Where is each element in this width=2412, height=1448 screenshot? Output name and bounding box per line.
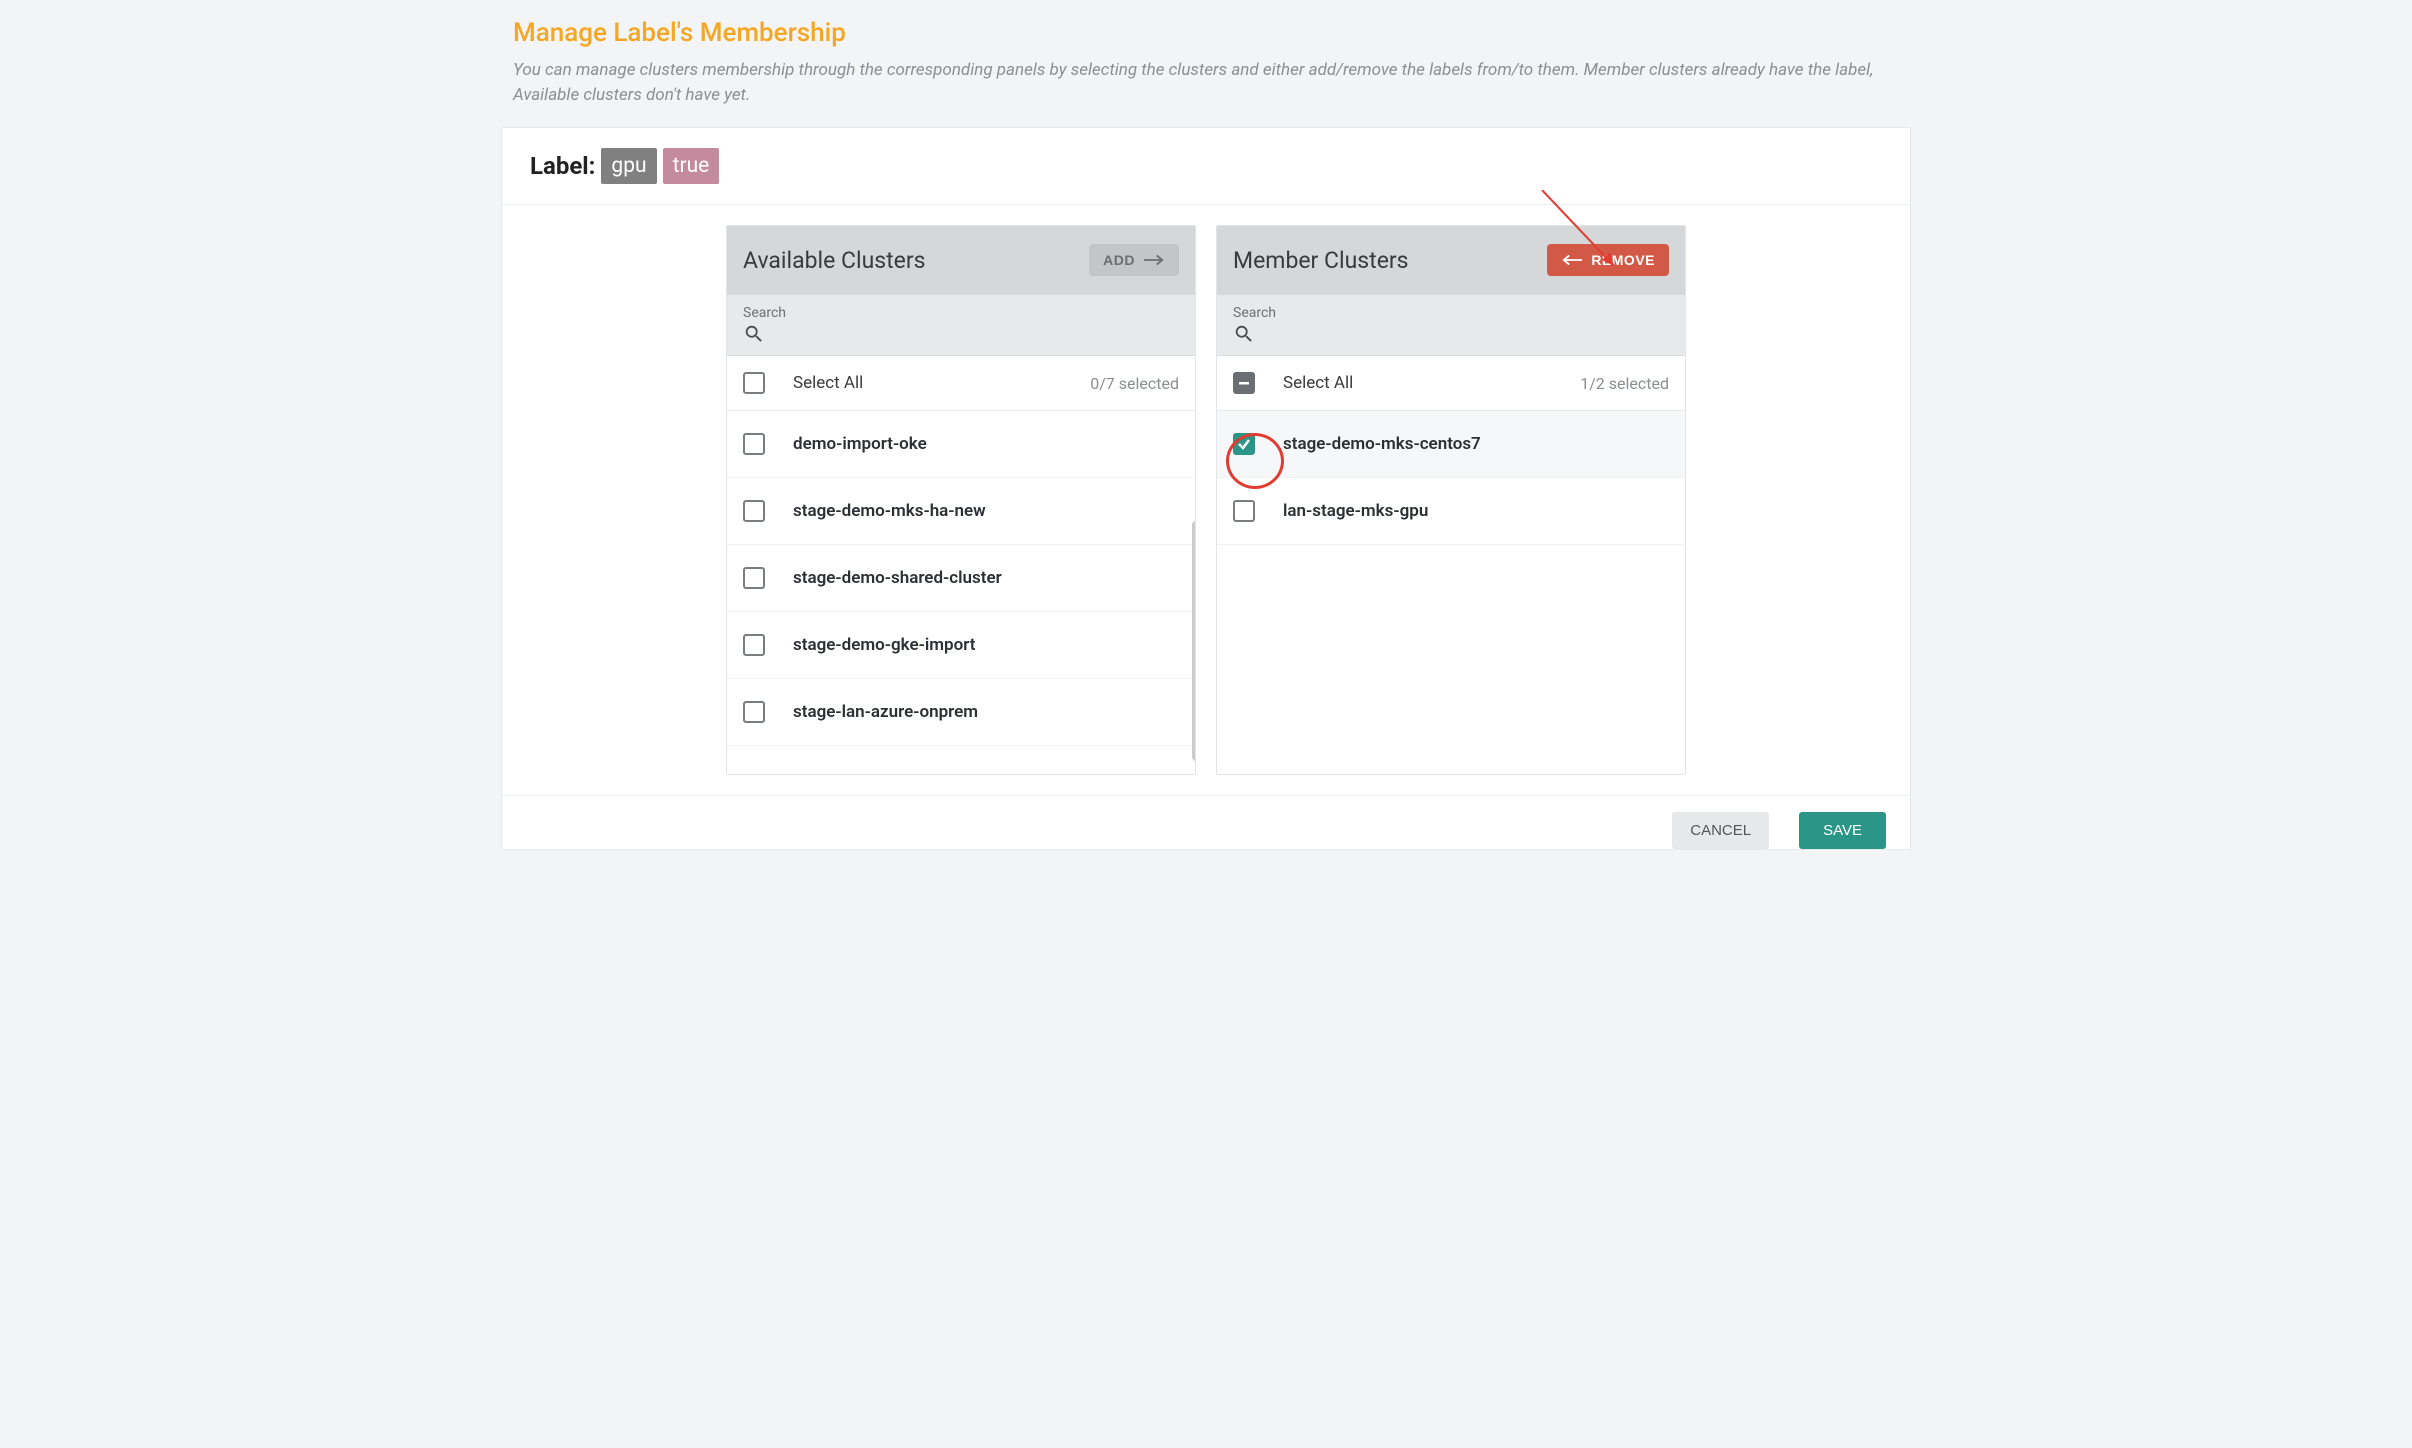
label-prefix: Label: <box>530 152 595 180</box>
item-name: stage-demo-shared-cluster <box>793 568 1002 588</box>
arrow-right-icon <box>1143 253 1165 267</box>
member-select-all-row: Select All 1/2 selected <box>1217 356 1685 411</box>
search-icon <box>1233 323 1669 349</box>
item-checkbox[interactable] <box>743 701 765 723</box>
list-item[interactable]: stage-demo-mks-ha-new <box>727 478 1195 545</box>
item-checkbox[interactable] <box>743 567 765 589</box>
available-list: demo-import-oke stage-demo-mks-ha-new stag… <box>727 411 1195 774</box>
item-name: stage-demo-mks-centos7 <box>1283 434 1481 454</box>
member-search-label: Search <box>1233 305 1669 321</box>
available-search-box[interactable]: Search <box>727 294 1195 356</box>
item-checkbox[interactable] <box>1233 433 1255 455</box>
list-item[interactable]: stage-demo-gke-import <box>727 612 1195 679</box>
member-clusters-panel: Member Clusters REMOVE Search <box>1216 225 1686 775</box>
available-clusters-panel: Available Clusters ADD Search <box>726 225 1196 775</box>
footer-actions: CANCEL SAVE <box>502 795 1910 849</box>
available-selected-count: 0/7 selected <box>1090 374 1179 393</box>
member-select-all-label: Select All <box>1283 373 1353 393</box>
item-name: lan-stage-mks-gpu <box>1283 501 1428 521</box>
list-item[interactable]: lan-stage-mks-gpu <box>1217 478 1685 545</box>
member-panel-title: Member Clusters <box>1233 247 1409 274</box>
member-select-all-checkbox[interactable] <box>1233 372 1255 394</box>
panels-row: Available Clusters ADD Search <box>502 205 1910 795</box>
item-checkbox[interactable] <box>743 433 765 455</box>
available-select-all-row: Select All 0/7 selected <box>727 356 1195 411</box>
item-name: stage-lan-azure-onprem <box>793 702 978 722</box>
available-panel-title: Available Clusters <box>743 247 926 274</box>
cancel-button[interactable]: CANCEL <box>1672 812 1769 849</box>
label-value-chip: true <box>663 148 720 184</box>
item-name: stage-demo-mks-ha-new <box>793 501 986 521</box>
scrollbar[interactable] <box>1192 521 1195 761</box>
page-title: Manage Label's Membership <box>513 18 1899 48</box>
add-button-label: ADD <box>1103 252 1135 268</box>
label-bar: Label: gpu true <box>502 128 1910 205</box>
available-select-all-label: Select All <box>793 373 863 393</box>
save-button[interactable]: SAVE <box>1799 812 1886 849</box>
list-item[interactable]: demo-import-oke <box>727 411 1195 478</box>
list-item[interactable]: stage-demo-shared-cluster <box>727 545 1195 612</box>
item-name: demo-import-oke <box>793 434 927 454</box>
label-key-chip: gpu <box>601 148 656 184</box>
item-checkbox[interactable] <box>1233 500 1255 522</box>
list-item[interactable]: stage-lan-azure-onprem <box>727 679 1195 746</box>
membership-card: Label: gpu true Available Clusters ADD <box>501 127 1911 850</box>
annotation-arrow <box>1532 190 1632 280</box>
item-checkbox[interactable] <box>743 500 765 522</box>
available-panel-header: Available Clusters ADD <box>727 226 1195 294</box>
add-button[interactable]: ADD <box>1089 244 1179 276</box>
member-selected-count: 1/2 selected <box>1580 374 1669 393</box>
member-search-box[interactable]: Search <box>1217 294 1685 356</box>
search-icon <box>743 323 1179 349</box>
available-select-all-checkbox[interactable] <box>743 372 765 394</box>
item-checkbox[interactable] <box>743 634 765 656</box>
page-description: You can manage clusters membership throu… <box>513 58 1899 107</box>
member-list: stage-demo-mks-centos7 lan-stage-mks-gpu <box>1217 411 1685 774</box>
list-item[interactable]: stage-demo-mks-centos7 <box>1217 411 1685 478</box>
available-search-label: Search <box>743 305 1179 321</box>
item-name: stage-demo-gke-import <box>793 635 975 655</box>
